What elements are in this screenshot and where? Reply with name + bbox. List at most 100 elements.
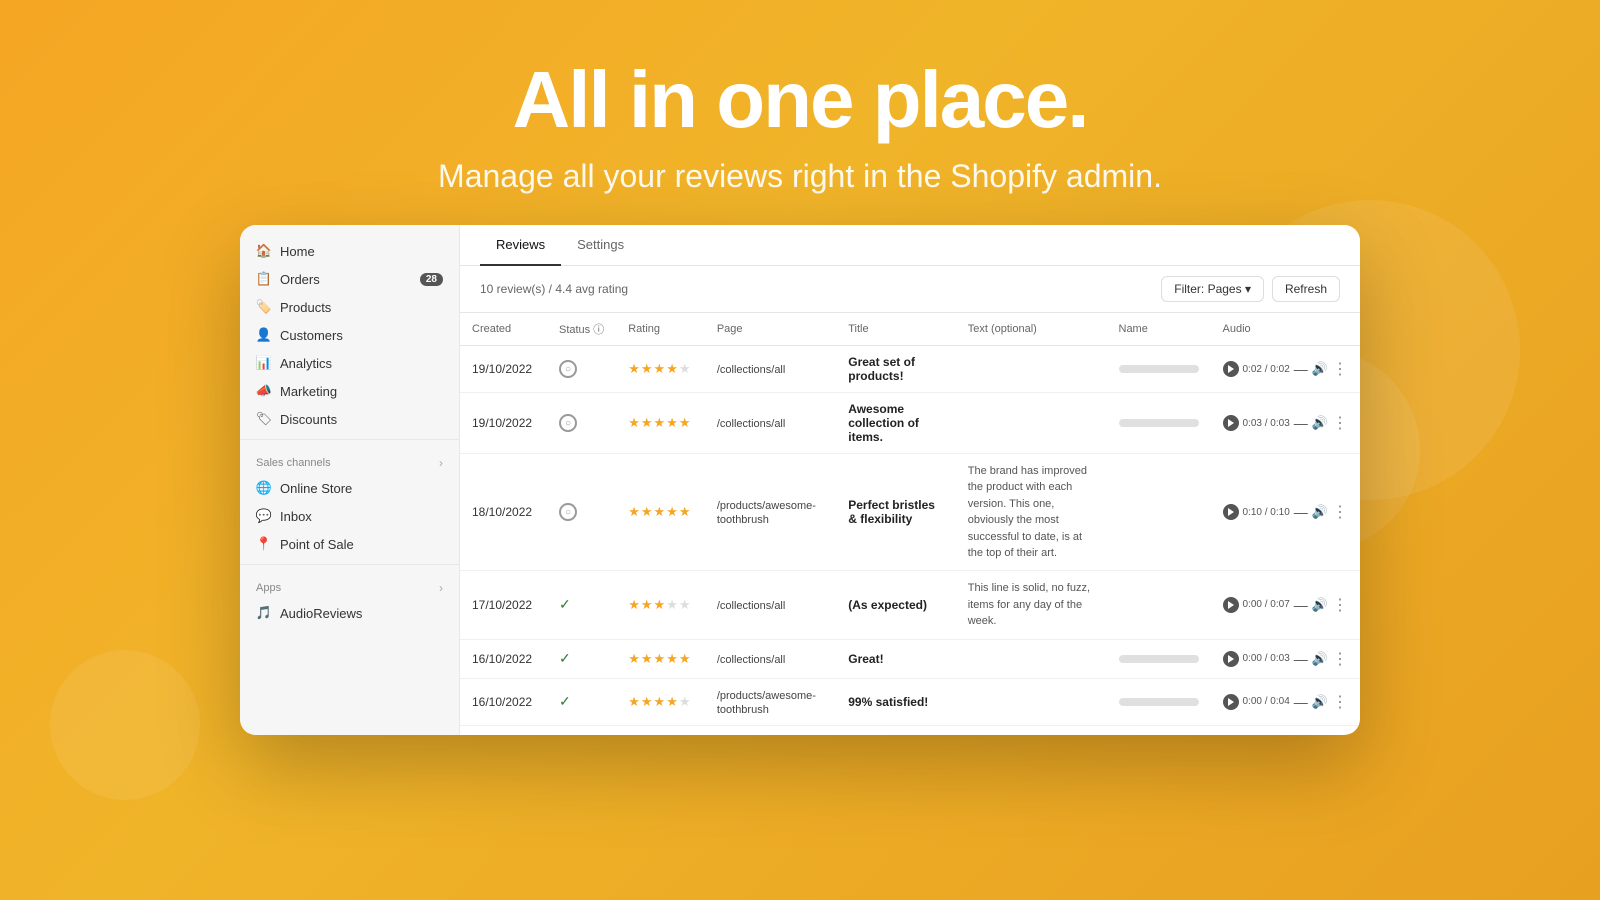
cell-text: The brand has improved the product with … [956, 454, 1107, 571]
sidebar-label-online-store: Online Store [280, 481, 352, 496]
table-row: 16/10/2022 ✓ ★★★★★ /collections/all Grea… [460, 639, 1360, 678]
status-approved-icon: ✓ [559, 650, 571, 666]
star-rating: ★★★★★ [628, 361, 691, 376]
tab-reviews[interactable]: Reviews [480, 225, 561, 266]
cell-text: I'm broadly happy with it. The material … [956, 725, 1107, 735]
audio-play-button[interactable] [1223, 504, 1239, 520]
hero-section: All in one place. Manage all your review… [438, 60, 1162, 195]
cell-created: 16/10/2022 [460, 639, 547, 678]
sales-channels-label: Sales channels [256, 457, 331, 469]
cell-text [956, 393, 1107, 454]
audio-minus-icon[interactable]: — [1294, 362, 1308, 376]
filter-button[interactable]: Filter: Pages ▾ [1161, 276, 1264, 302]
marketing-icon: 📣 [256, 383, 272, 399]
cell-page: /collections/all [705, 393, 836, 454]
star-rating: ★★★★★ [628, 504, 691, 519]
name-bar [1119, 419, 1199, 427]
cell-text [956, 346, 1107, 393]
cell-audio: 0:03 / 0:03 — 🔊 ⋮ [1211, 393, 1361, 454]
audio-volume-icon[interactable]: 🔊 [1312, 651, 1328, 667]
audio-controls: 0:10 / 0:10 — 🔊 ⋮ [1223, 502, 1349, 522]
sidebar-label-audio-reviews: AudioReviews [280, 606, 362, 621]
sidebar-item-customers[interactable]: 👤 Customers [240, 321, 459, 349]
audio-play-button[interactable] [1223, 415, 1239, 431]
audio-time: 0:00 / 0:03 [1243, 653, 1290, 664]
tab-settings[interactable]: Settings [561, 225, 640, 266]
audio-more-icon[interactable]: ⋮ [1332, 359, 1348, 379]
cell-title: 99% satisfied! [836, 678, 955, 725]
page-link[interactable]: /collections/all [717, 364, 785, 376]
table-row: 18/10/2022 ○ ★★★★★ /products/awesome-too… [460, 454, 1360, 571]
cell-name [1107, 454, 1211, 571]
audio-more-icon[interactable]: ⋮ [1332, 502, 1348, 522]
cell-name [1107, 639, 1211, 678]
audio-more-icon[interactable]: ⋮ [1332, 595, 1348, 615]
star-rating: ★★★★★ [628, 415, 691, 430]
audio-volume-icon[interactable]: 🔊 [1312, 597, 1328, 613]
cell-rating: ★★★★★ [616, 454, 705, 571]
cell-audio: 0:10 / 0:10 — 🔊 ⋮ [1211, 454, 1361, 571]
sidebar-item-online-store[interactable]: 🌐 Online Store [240, 474, 459, 502]
sidebar-item-discounts[interactable]: 🏷 Discounts [240, 405, 459, 433]
cell-title: Great! [836, 639, 955, 678]
sidebar-label-analytics: Analytics [280, 356, 332, 371]
page-link[interactable]: /collections/all [717, 654, 785, 666]
pos-icon: 📍 [256, 536, 272, 552]
sales-channels-header: Sales channels › [240, 446, 459, 474]
header-text: Text (optional) [956, 313, 1107, 346]
audio-play-button[interactable] [1223, 597, 1239, 613]
audio-time: 0:00 / 0:04 [1243, 696, 1290, 707]
orders-badge: 28 [420, 273, 443, 286]
page-link[interactable]: /collections/all [717, 600, 785, 612]
audio-play-button[interactable] [1223, 651, 1239, 667]
audio-play-button[interactable] [1223, 361, 1239, 377]
app-window: 🏠 Home 📋 Orders 28 🏷️ Products 👤 Custome… [240, 225, 1360, 735]
sidebar-label-customers: Customers [280, 328, 343, 343]
audio-minus-icon[interactable]: — [1294, 416, 1308, 430]
audio-minus-icon[interactable]: — [1294, 598, 1308, 612]
sidebar-item-inbox[interactable]: 💬 Inbox [240, 502, 459, 530]
sidebar-item-products[interactable]: 🏷️ Products [240, 293, 459, 321]
audio-volume-icon[interactable]: 🔊 [1312, 694, 1328, 710]
audio-controls: 0:00 / 0:07 — 🔊 ⋮ [1223, 595, 1349, 615]
audio-volume-icon[interactable]: 🔊 [1312, 361, 1328, 377]
products-icon: 🏷️ [256, 299, 272, 315]
sidebar-item-audio-reviews[interactable]: 🎵 AudioReviews [240, 599, 459, 627]
main-content: Reviews Settings 10 review(s) / 4.4 avg … [460, 225, 1360, 735]
page-link[interactable]: /products/awesome-toothbrush [717, 500, 816, 526]
table-body: 19/10/2022 ○ ★★★★★ /collections/all Grea… [460, 346, 1360, 736]
audio-minus-icon[interactable]: — [1294, 652, 1308, 666]
audio-time: 0:03 / 0:03 [1243, 418, 1290, 429]
toolbar-actions: Filter: Pages ▾ Refresh [1161, 276, 1340, 302]
sidebar-item-analytics[interactable]: 📊 Analytics [240, 349, 459, 377]
sidebar-item-orders[interactable]: 📋 Orders 28 [240, 265, 459, 293]
cell-audio: 0:00 / 0:04 — 🔊 ⋮ [1211, 678, 1361, 725]
audio-volume-icon[interactable]: 🔊 [1312, 415, 1328, 431]
customers-icon: 👤 [256, 327, 272, 343]
audio-time: 0:00 / 0:07 [1243, 599, 1290, 610]
page-link[interactable]: /collections/all [717, 418, 785, 430]
refresh-button[interactable]: Refresh [1272, 276, 1340, 302]
sidebar-item-marketing[interactable]: 📣 Marketing [240, 377, 459, 405]
audio-more-icon[interactable]: ⋮ [1332, 692, 1348, 712]
sidebar-item-pos[interactable]: 📍 Point of Sale [240, 530, 459, 558]
audio-more-icon[interactable]: ⋮ [1332, 649, 1348, 669]
audio-minus-icon[interactable]: — [1294, 505, 1308, 519]
review-title: (As expected) [848, 598, 927, 612]
sidebar-label-marketing: Marketing [280, 384, 337, 399]
cell-page: /products/awesome-toothbrush [705, 725, 836, 735]
cell-page: /collections/all [705, 571, 836, 639]
inbox-icon: 💬 [256, 508, 272, 524]
cell-rating: ★★★★★ [616, 393, 705, 454]
orders-icon: 📋 [256, 271, 272, 287]
sidebar-item-home[interactable]: 🏠 Home [240, 237, 459, 265]
sidebar-label-pos: Point of Sale [280, 537, 354, 552]
page-link[interactable]: /products/awesome-toothbrush [717, 690, 816, 716]
audio-volume-icon[interactable]: 🔊 [1312, 504, 1328, 520]
audio-more-icon[interactable]: ⋮ [1332, 413, 1348, 433]
cell-page: /collections/all [705, 346, 836, 393]
audio-play-button[interactable] [1223, 694, 1239, 710]
audio-minus-icon[interactable]: — [1294, 695, 1308, 709]
review-count: 10 review(s) / 4.4 avg rating [480, 282, 628, 296]
sidebar-divider-1 [240, 439, 459, 440]
